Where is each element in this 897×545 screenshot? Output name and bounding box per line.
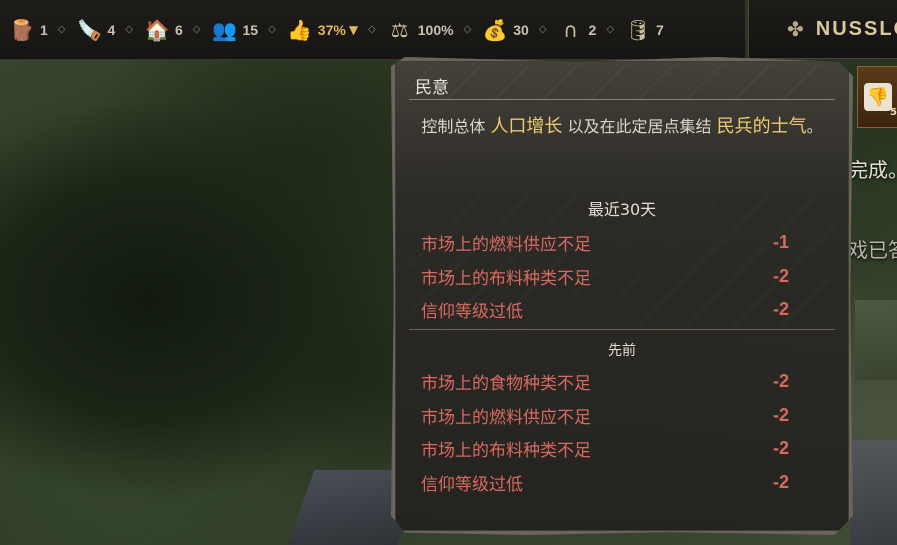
resource-value: 4 — [107, 21, 116, 38]
dropdown-arrow-icon: ▼ — [348, 22, 359, 37]
modifier-row: 信仰等级过低 -2 — [409, 293, 835, 327]
separator: ◇ — [268, 24, 276, 35]
modifier-label: 市场上的燃料供应不足 — [421, 235, 591, 256]
modifier-value: -2 — [772, 371, 789, 392]
desc-text: 。 — [806, 117, 823, 136]
modifier-row: 市场上的布料种类不足 -2 — [409, 432, 835, 466]
disapproval-notification[interactable]: 👎 5 — [857, 66, 897, 128]
badge-count: 5 — [890, 107, 897, 118]
desc-highlight: 人口增长 — [490, 116, 563, 137]
horseshoe-icon: ∩ — [563, 17, 578, 42]
modifier-value: -2 — [772, 404, 789, 425]
modifier-value: -2 — [772, 265, 789, 286]
section-title: 最近30天 — [587, 200, 657, 219]
coins-icon: 💰 — [482, 17, 508, 42]
earlier-modifiers: 先前 市场上的食物种类不足 -2 市场上的燃料供应不足 -2 市场上的布料种类不… — [409, 337, 835, 497]
resource-population[interactable]: 👥 15 — [211, 0, 259, 60]
barrel-icon: 🛢 — [625, 17, 651, 42]
modifier-value: -2 — [772, 438, 789, 459]
population-icon: 👥 — [212, 17, 237, 42]
resource-horseshoe[interactable]: ∩ 2 — [557, 0, 597, 60]
resource-value: 6 — [175, 21, 183, 38]
resource-value: 7 — [656, 21, 664, 38]
modifier-label: 市场上的布料种类不足 — [421, 441, 591, 462]
resource-value: 2 — [588, 21, 597, 38]
log-icon: 🪵 — [9, 17, 35, 42]
scales-icon: ⚖ — [390, 17, 409, 42]
objective-text-fragment: 完成。 — [848, 158, 897, 182]
tooltip-header: 民意 — [409, 65, 835, 100]
objective-text-fragment: 戏已答 — [848, 238, 897, 262]
modifier-row: 市场上的燃料供应不足 -2 — [409, 399, 835, 433]
resource-houses[interactable]: 🏠 6 — [143, 0, 183, 60]
resource-value: 15 — [242, 21, 259, 38]
resource-barrel[interactable]: 🛢 7 — [624, 0, 664, 60]
resource-balance[interactable]: ⚖ 100% — [386, 0, 454, 60]
modifier-row: 市场上的燃料供应不足 -1 — [409, 226, 835, 260]
modifier-value: -2 — [772, 471, 789, 492]
separator: ◇ — [57, 24, 66, 35]
desc-highlight: 民兵的士气 — [716, 116, 807, 137]
resource-value: 30 — [513, 21, 529, 38]
modifier-row: 市场上的布料种类不足 -2 — [409, 260, 835, 294]
modifier-row: 市场上的食物种类不足 -2 — [409, 365, 835, 399]
separator: ◇ — [463, 24, 472, 35]
desc-text: 控制总体 — [421, 117, 491, 136]
thumbs-down-icon: 👎 — [864, 83, 892, 111]
modifier-label: 信仰等级过低 — [421, 302, 523, 323]
resource-logs[interactable]: 🪵 1 — [8, 0, 48, 60]
separator: ◇ — [606, 24, 615, 35]
separator: ◇ — [125, 24, 133, 35]
modifier-value: -1 — [772, 232, 789, 253]
separator: ◇ — [192, 24, 201, 35]
tooltip-title: 民意 — [415, 78, 449, 98]
resource-approval[interactable]: 👍 37% ▼ — [286, 0, 358, 60]
modifier-label: 市场上的食物种类不足 — [421, 374, 591, 395]
section-title: 先前 — [608, 343, 636, 359]
modifier-row: 信仰等级过低 -2 — [409, 466, 835, 500]
modifier-label: 信仰等级过低 — [421, 474, 523, 495]
resource-bar: 🪵 1 ◇ 🪚 4 ◇ 🏠 6 ◇ 👥 15 ◇ 👍 37% ▼ ◇ ⚖ 100… — [0, 0, 745, 60]
town-name-bar[interactable]: ✤ NUSSLO — [748, 0, 897, 59]
resource-coins[interactable]: 💰 30 — [481, 0, 529, 60]
separator: ◇ — [368, 24, 376, 35]
modifier-label: 市场上的燃料供应不足 — [421, 407, 591, 428]
modifier-label: 市场上的布料种类不足 — [421, 268, 591, 289]
resource-value: 37% — [317, 21, 346, 38]
desc-text: 以及在此定居点集结 — [562, 117, 717, 136]
recent-modifiers: 最近30天 市场上的燃料供应不足 -1 市场上的布料种类不足 -2 信仰等级过低… — [409, 194, 835, 330]
approval-tooltip: 民意 控制总体 人口增长 以及在此定居点集结 民兵的士气。 最近30天 市场上的… — [391, 57, 853, 535]
building-roof[interactable] — [850, 440, 897, 545]
house-icon: 🏠 — [144, 17, 170, 42]
plank-icon: 🪚 — [77, 17, 102, 42]
resource-planks[interactable]: 🪚 4 — [76, 0, 116, 60]
resource-value: 100% — [417, 21, 454, 38]
resource-value: 1 — [40, 21, 48, 38]
modifier-value: -2 — [772, 299, 789, 320]
tooltip-description: 控制总体 人口增长 以及在此定居点集结 民兵的士气。 — [409, 111, 835, 142]
town-emblem-icon: ✤ — [787, 17, 804, 41]
approval-thumb-icon: 👍 — [287, 17, 313, 42]
building-roof[interactable] — [855, 300, 897, 380]
town-name: NUSSLO — [815, 17, 897, 40]
separator: ◇ — [538, 24, 547, 35]
